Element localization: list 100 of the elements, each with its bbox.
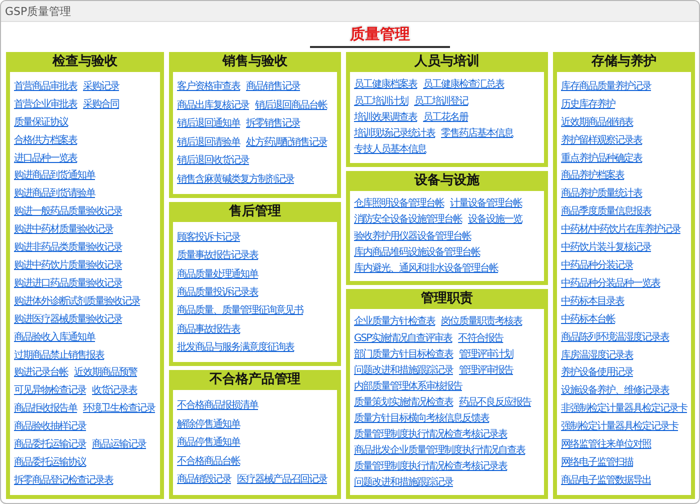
record-link[interactable]: 商品运输记录 — [92, 438, 146, 452]
record-link[interactable]: 商品批发企业质量管理制度执行情况自查表 — [354, 444, 525, 457]
record-link[interactable]: 商品验收抽样记录 — [14, 420, 86, 434]
record-link[interactable]: 顾客投诉卡记录 — [177, 230, 240, 244]
record-link[interactable]: 质量事故报告记录表 — [177, 249, 258, 262]
record-link[interactable]: 员工培训计划 — [354, 94, 408, 108]
record-link[interactable]: 购进商品到货通知单 — [14, 169, 95, 182]
record-link[interactable]: 中药品种分装记录 — [561, 258, 633, 272]
record-link[interactable]: 销售含麻黄碱类复方制剂记录 — [177, 172, 294, 186]
record-link[interactable]: 不合格商品台帐 — [177, 454, 240, 468]
record-link[interactable]: 购进进口药品质量验收记录 — [14, 276, 122, 290]
record-link[interactable]: 商品养护档案表 — [561, 169, 624, 182]
record-link[interactable]: 商品验收入库通知单 — [14, 330, 95, 344]
record-link[interactable]: 质量策划实施情况检查表 — [354, 396, 453, 409]
record-link[interactable]: 销后退回通知单 — [177, 117, 240, 130]
record-link[interactable]: 不符合报告 — [458, 332, 504, 344]
record-link[interactable]: 消防安全设备设施管理台帐 — [354, 213, 462, 226]
record-link[interactable]: 库内商品堆码设施设备管理台帐 — [354, 246, 480, 259]
record-link[interactable]: 采购记录 — [83, 80, 119, 93]
record-link[interactable]: 问题改进和措施跟踪记录 — [354, 476, 453, 489]
record-link[interactable]: 环境卫生检查记录 — [83, 402, 155, 416]
record-link[interactable]: 首营企业审批表 — [14, 98, 77, 111]
record-link[interactable]: 中药标本目录表 — [561, 294, 624, 308]
record-link[interactable]: 库存商品质量养护记录 — [561, 80, 651, 93]
record-link[interactable]: 解除停售通知单 — [177, 418, 240, 431]
record-link[interactable]: 不合格商品报损清单 — [177, 399, 258, 412]
record-link[interactable]: 养护设备使用记录 — [561, 366, 633, 380]
record-link[interactable]: 进口品种一览表 — [14, 152, 77, 165]
record-link[interactable]: 网络电子监管扫描 — [561, 456, 633, 469]
record-link[interactable]: 采购合同 — [83, 98, 119, 111]
record-link[interactable]: 商品季度质量信息报表 — [561, 205, 651, 218]
record-link[interactable]: 中药饮片装斗复核记录 — [561, 241, 651, 254]
record-link[interactable]: 商品质量、质量管理征询意见书 — [177, 304, 303, 318]
record-link[interactable]: 非强制检定计量器具检定记录卡 — [561, 402, 687, 416]
record-link[interactable]: 管理评审报告 — [459, 364, 513, 377]
record-link[interactable]: 计量设备管理台帐 — [450, 196, 522, 210]
record-link[interactable]: 购进一般药品质量验收记录 — [14, 205, 122, 218]
record-link[interactable]: 批发商品与服务满意度征询表 — [177, 341, 294, 354]
record-link[interactable]: 商品停售通知单 — [177, 436, 240, 450]
record-link[interactable]: 网络监管往来单位对照 — [561, 438, 651, 452]
record-link[interactable]: 强制检定计量器具检定记录卡 — [561, 420, 678, 434]
record-link[interactable]: 销后退回商品台帐 — [255, 98, 327, 112]
record-link[interactable]: 中药标本台帐 — [561, 312, 615, 326]
record-link[interactable]: 购进体外诊断试剂质量验收记录 — [14, 294, 140, 308]
record-link[interactable]: 岗位质量职责考核表 — [441, 315, 522, 328]
record-link[interactable]: 合格供方档案表 — [14, 134, 77, 147]
record-link[interactable]: 员工花名册 — [423, 110, 468, 124]
record-link[interactable]: 购进非药品类质量验收记录 — [14, 241, 122, 254]
record-link[interactable]: 培训效果调查表 — [354, 110, 417, 124]
record-link[interactable]: 近效期商品催销表 — [561, 116, 633, 129]
record-link[interactable]: 设施设备养护、维修记录表 — [561, 384, 669, 398]
record-link[interactable]: 中药材/中药饮片在库养护记录 — [561, 223, 680, 236]
record-link[interactable]: 销后退回收货记录 — [177, 154, 249, 168]
record-link[interactable]: 可见异物检查记录 — [14, 384, 86, 398]
record-link[interactable]: 库内避光、通风和排水设备管理台帐 — [354, 262, 498, 276]
record-link[interactable]: 拆零商品登记检查记录表 — [14, 474, 113, 487]
record-link[interactable]: 近效期商品预警 — [74, 366, 137, 380]
record-link[interactable]: 质量方针目标横向考核信息反馈表 — [354, 412, 489, 425]
record-link[interactable]: 拆零销售记录 — [246, 117, 300, 130]
record-link[interactable]: 库房温湿度记录表 — [561, 348, 633, 362]
record-link[interactable]: 商品陈列环境温湿度记录表 — [561, 330, 669, 344]
record-link[interactable]: 医疗器械产品召回记录 — [237, 473, 327, 486]
record-link[interactable]: 专技人员基本信息 — [354, 143, 426, 156]
record-link[interactable]: 购进中药饮片质量验收记录 — [14, 258, 122, 272]
record-link[interactable]: 验收养护用仪器设备管理台帐 — [354, 230, 471, 243]
record-link[interactable]: 管理评审计划 — [459, 348, 513, 361]
record-link[interactable]: 销后退回请验单 — [177, 136, 240, 149]
record-link[interactable]: 处方药调配销售记录 — [246, 136, 327, 149]
record-link[interactable]: 购进商品到货请验单 — [14, 187, 95, 200]
record-link[interactable]: 过期商品禁止销售报表 — [14, 348, 104, 362]
record-link[interactable]: 设备设施一览 — [468, 213, 522, 226]
record-link[interactable]: 商品拒收报告单 — [14, 402, 77, 416]
record-link[interactable]: 商品委托运输记录 — [14, 438, 86, 452]
record-link[interactable]: 仓库照明设备管理台帐 — [354, 196, 444, 210]
record-link[interactable]: 部门质量方针目标检查表 — [354, 348, 453, 361]
record-link[interactable]: GSP实施情况自查评审表 — [354, 332, 452, 344]
record-link[interactable]: 购进中药材质量验收记录 — [14, 223, 113, 236]
record-link[interactable]: 收货记录表 — [92, 384, 137, 398]
record-link[interactable]: 养护留样观察记录表 — [561, 134, 642, 147]
record-link[interactable]: 商品养护质量统计表 — [561, 187, 642, 200]
record-link[interactable]: 重点养护品种确定表 — [561, 152, 642, 165]
record-link[interactable]: 客户资格审查表 — [177, 80, 240, 94]
record-link[interactable]: 培训现场记录统计表 — [354, 127, 435, 140]
record-link[interactable]: 商品出库复核记录 — [177, 98, 249, 112]
record-link[interactable]: 内部质量管理体系审核报告 — [354, 380, 462, 393]
record-link[interactable]: 问题改进和措施跟踪记录 — [354, 364, 453, 377]
record-link[interactable]: 药品不良反应报告 — [459, 396, 531, 409]
record-link[interactable]: 质量管理制度执行情况检查考核记录表 — [354, 428, 507, 441]
record-link[interactable]: 零售药店基本信息 — [441, 127, 513, 140]
record-link[interactable]: 购进记录台帐 — [14, 366, 68, 380]
record-link[interactable]: 企业质量方针检查表 — [354, 315, 435, 328]
record-link[interactable]: 历史库存养护 — [561, 98, 615, 111]
record-link[interactable]: 购进医疗器械质量验收记录 — [14, 312, 122, 326]
record-link[interactable]: 质量保证协议 — [14, 116, 68, 129]
record-link[interactable]: 商品电子监管数据导出 — [561, 474, 651, 487]
record-link[interactable]: 质量管理制度执行情况检查考核记录表 — [354, 460, 507, 473]
record-link[interactable]: 商品事故报告表 — [177, 322, 240, 336]
record-link[interactable]: 员工健康检查汇总表 — [423, 78, 504, 92]
record-link[interactable]: 商品销售记录 — [246, 80, 300, 94]
record-link[interactable]: 商品质量处理通知单 — [177, 268, 258, 280]
